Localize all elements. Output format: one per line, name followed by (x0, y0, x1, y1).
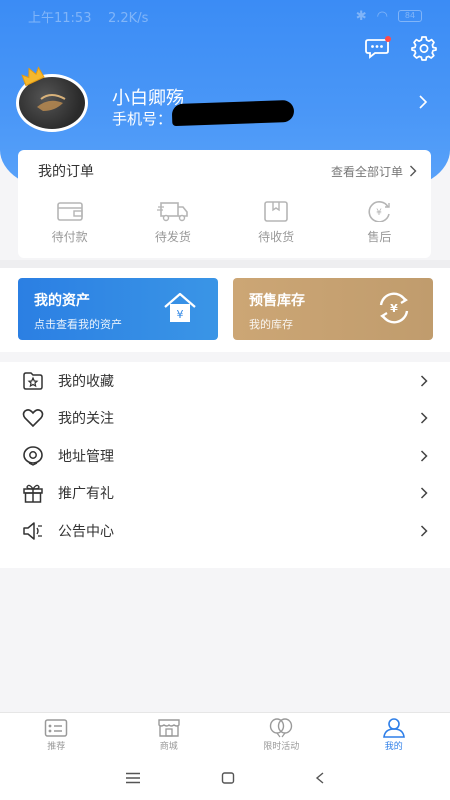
tab-recommend[interactable]: 推荐 (0, 713, 113, 756)
order-label: 待发货 (154, 230, 191, 244)
menu-item-announcements[interactable]: 公告中心 (0, 512, 450, 550)
location-icon (22, 445, 44, 467)
gift-icon (22, 482, 44, 504)
tab-label: 商城 (159, 741, 178, 752)
tab-label: 我的 (384, 741, 403, 752)
person-icon (382, 717, 405, 738)
yuan-cycle-icon: ¥ (379, 292, 409, 324)
recommend-icon (45, 718, 68, 737)
svg-text:¥: ¥ (377, 208, 383, 218)
bottom-tab-bar: 推荐 商城 限时活动 我的 (0, 712, 450, 756)
svg-text:¥: ¥ (390, 302, 398, 315)
speaker-icon (22, 520, 44, 542)
tab-mine[interactable]: 我的 (338, 713, 450, 756)
tab-label: 推荐 (47, 741, 66, 752)
menu-label: 我的关注 (58, 411, 114, 428)
order-label: 售后 (367, 230, 392, 244)
user-name: 小白卿殇 (112, 88, 184, 109)
bluetooth-icon: ✱ (355, 8, 367, 24)
package-icon (264, 201, 288, 222)
my-assets-card[interactable]: 我的资产 点击查看我的资产 ¥ (18, 278, 218, 340)
menu-label: 公告中心 (58, 523, 114, 540)
notification-dot (385, 36, 391, 42)
menu-label: 地址管理 (58, 448, 114, 465)
wallet-icon (56, 202, 83, 221)
settings-menu: 我的收藏 我的关注 地址管理 推广有礼 公告中心 (0, 362, 450, 568)
chevron-right-icon (420, 487, 428, 499)
menu-icon[interactable] (125, 772, 141, 784)
order-label: 待付款 (51, 230, 88, 244)
order-status-row: 待付款 待发货 待收货 ¥ 售后 (18, 192, 431, 245)
view-all-orders-label: 查看全部订单 (330, 164, 403, 179)
heart-icon (22, 407, 44, 429)
header-actions (364, 34, 438, 62)
chevron-right-icon (420, 375, 428, 387)
phone-redaction (171, 99, 295, 127)
gear-icon (411, 36, 437, 61)
menu-item-address[interactable]: 地址管理 (0, 437, 450, 475)
order-pending-shipment[interactable]: 待发货 (133, 200, 213, 245)
status-bar: 上午11:53 2.2K/s ✱ ◠ 84 (0, 0, 450, 32)
settings-button[interactable] (410, 34, 438, 62)
back-icon[interactable] (315, 772, 325, 784)
chevron-right-icon (420, 412, 428, 424)
balloon-icon (270, 717, 293, 737)
chevron-right-icon (420, 525, 428, 537)
chevron-right-icon (420, 450, 428, 462)
orders-title: 我的订单 (38, 164, 94, 180)
orders-header: 我的订单 查看全部订单 (18, 150, 431, 192)
tab-label: 限时活动 (263, 741, 300, 752)
refund-icon: ¥ (368, 201, 391, 222)
order-after-sales[interactable]: ¥ 售后 (339, 200, 419, 245)
menu-label: 我的收藏 (58, 373, 114, 390)
menu-label: 推广有礼 (58, 486, 114, 503)
system-navigation-bar (0, 756, 450, 800)
star-folder-icon (22, 370, 44, 392)
svg-text:¥: ¥ (177, 308, 184, 321)
status-time: 上午11:53 (28, 10, 92, 26)
view-all-orders-link[interactable]: 查看全部订单 (331, 163, 417, 180)
order-pending-payment[interactable]: 待付款 (30, 200, 110, 245)
order-pending-receipt[interactable]: 待收货 (236, 200, 316, 245)
battery-icon: 84 (398, 10, 422, 22)
chevron-right-icon (410, 165, 417, 177)
orders-card: 我的订单 查看全部订单 待付款 待发货 待收货 ¥ 售后 (18, 150, 431, 258)
section-divider (0, 260, 450, 268)
menu-item-referral[interactable]: 推广有礼 (0, 475, 450, 513)
menu-item-following[interactable]: 我的关注 (0, 400, 450, 438)
user-avatar[interactable] (16, 66, 88, 132)
status-speed: 2.2K/s (108, 10, 149, 26)
truck-icon (156, 202, 188, 222)
presale-stock-card[interactable]: 预售库存 我的库存 ¥ (233, 278, 433, 340)
order-label: 待收货 (258, 230, 295, 244)
tab-flash-sale[interactable]: 限时活动 (225, 713, 338, 756)
menu-item-favorites[interactable]: 我的收藏 (0, 362, 450, 400)
wifi-icon: ◠ (376, 8, 388, 24)
message-button[interactable] (364, 34, 392, 62)
store-icon (158, 718, 180, 737)
profile-chevron-right-icon[interactable] (418, 94, 428, 113)
home-icon[interactable] (221, 772, 235, 784)
user-phone-label: 手机号： (112, 110, 173, 128)
house-yuan-icon: ¥ (164, 292, 196, 322)
tab-store[interactable]: 商城 (113, 713, 226, 756)
